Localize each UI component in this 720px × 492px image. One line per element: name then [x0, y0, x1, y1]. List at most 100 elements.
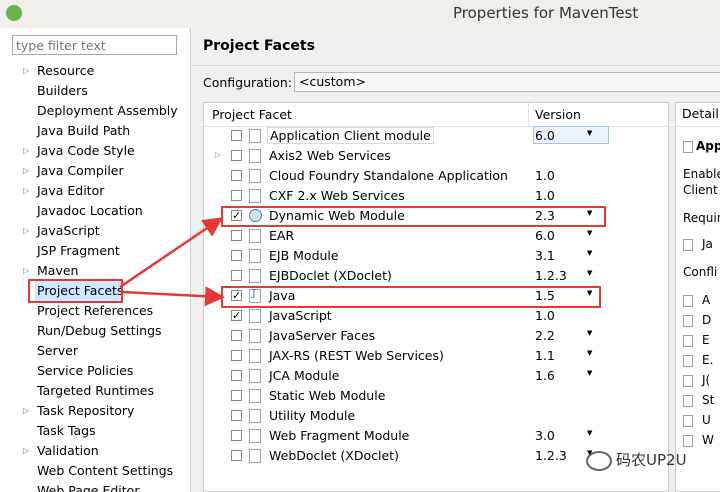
- expand-arrow-icon[interactable]: ▷: [215, 150, 221, 159]
- sidebar-item[interactable]: ▷ Validation: [0, 441, 190, 461]
- conflict-item: St: [702, 393, 715, 407]
- expand-arrow-icon[interactable]: ▷: [23, 61, 29, 81]
- facet-checkbox[interactable]: [231, 150, 242, 161]
- sidebar-item[interactable]: Web Page Editor: [0, 481, 190, 492]
- expand-arrow-icon[interactable]: ▷: [23, 161, 29, 181]
- version-dropdown-icon[interactable]: ▼: [587, 249, 592, 257]
- expand-arrow-icon[interactable]: ▷: [23, 441, 29, 461]
- version-dropdown-icon[interactable]: ▼: [587, 349, 592, 357]
- sidebar-item[interactable]: ▷ Java Editor: [0, 181, 190, 201]
- facet-version[interactable]: 1.1: [535, 348, 555, 363]
- filter-input[interactable]: [16, 37, 174, 53]
- expand-arrow-icon[interactable]: ▷: [23, 141, 29, 161]
- column-header-version[interactable]: Version: [535, 107, 581, 122]
- filter-box[interactable]: [12, 35, 177, 55]
- details-tab[interactable]: Detail: [682, 106, 719, 121]
- sidebar-item[interactable]: Run/Debug Settings: [0, 321, 190, 341]
- sidebar-item[interactable]: ▷ Task Repository: [0, 401, 190, 421]
- sidebar-item[interactable]: Project References: [0, 301, 190, 321]
- wechat-icon: [586, 450, 612, 471]
- facet-row[interactable]: ✓ JavaScript 1.0: [204, 306, 668, 326]
- sidebar-item[interactable]: Server: [0, 341, 190, 361]
- facet-checkbox[interactable]: [231, 250, 242, 261]
- facet-row[interactable]: EJBDoclet (XDoclet) 1.2.3 ▼: [204, 266, 668, 286]
- facet-checkbox[interactable]: [231, 270, 242, 281]
- sidebar-item[interactable]: ▷ Resource: [0, 61, 190, 81]
- expand-arrow-icon[interactable]: ▷: [23, 401, 29, 421]
- sidebar-item[interactable]: Service Policies: [0, 361, 190, 381]
- facet-version[interactable]: 1.6: [535, 368, 555, 383]
- facet-row[interactable]: JavaServer Faces 2.2 ▼: [204, 326, 668, 346]
- facet-checkbox[interactable]: [231, 370, 242, 381]
- facet-checkbox[interactable]: [231, 350, 242, 361]
- version-dropdown-icon[interactable]: ▼: [587, 229, 592, 237]
- expand-arrow-icon[interactable]: ▷: [23, 221, 29, 241]
- facet-row[interactable]: Utility Module: [204, 406, 668, 426]
- details-panel: Detail Applic Enable Client Requir Ja Co…: [675, 102, 720, 492]
- sidebar-item[interactable]: Task Tags: [0, 421, 190, 441]
- expand-arrow-icon[interactable]: ▷: [23, 261, 29, 281]
- sidebar-item-label: Web Content Settings: [37, 463, 174, 478]
- column-divider[interactable]: [528, 103, 529, 126]
- facet-checkbox[interactable]: [231, 410, 242, 421]
- facet-checkbox[interactable]: [231, 170, 242, 181]
- sidebar-item-label: Project References: [37, 303, 154, 318]
- sidebar-item-label: Targeted Runtimes: [37, 383, 154, 398]
- facet-version[interactable]: 1.2.3: [535, 268, 567, 283]
- sidebar-item[interactable]: ▷ Java Code Style: [0, 141, 190, 161]
- sidebar-item[interactable]: ▷ Java Compiler: [0, 161, 190, 181]
- sidebar-item[interactable]: Targeted Runtimes: [0, 381, 190, 401]
- facet-checkbox[interactable]: [231, 450, 242, 461]
- version-dropdown-icon[interactable]: ▼: [587, 429, 592, 437]
- conflict-item: A: [702, 293, 711, 307]
- facet-version[interactable]: 3.0: [535, 428, 555, 443]
- version-dropdown-icon[interactable]: ▼: [587, 369, 592, 377]
- facet-checkbox[interactable]: [231, 190, 242, 201]
- sidebar-item[interactable]: JSP Fragment: [0, 241, 190, 261]
- facet-row[interactable]: EAR 6.0 ▼: [204, 226, 668, 246]
- configuration-combo[interactable]: <custom>: [294, 72, 720, 92]
- expand-arrow-icon[interactable]: ▷: [23, 181, 29, 201]
- facet-row[interactable]: JAX-RS (REST Web Services) 1.1 ▼: [204, 346, 668, 366]
- doc-icon: [249, 149, 261, 163]
- version-dropdown-icon[interactable]: ▼: [587, 129, 592, 137]
- sidebar-item[interactable]: ▷ Maven: [0, 261, 190, 281]
- sidebar-item[interactable]: ▷ JavaScript: [0, 221, 190, 241]
- doc-icon: [683, 315, 693, 327]
- column-header-facet[interactable]: Project Facet: [212, 107, 292, 122]
- conflict-item: D: [702, 313, 712, 327]
- facet-version[interactable]: 6.0: [535, 228, 555, 243]
- facet-version[interactable]: 1.2.3: [535, 448, 567, 463]
- facet-checkbox[interactable]: [231, 330, 242, 341]
- doc-icon: [683, 355, 693, 367]
- sidebar-item[interactable]: Javadoc Location: [0, 201, 190, 221]
- version-dropdown-icon[interactable]: ▼: [587, 329, 592, 337]
- facet-version[interactable]: 3.1: [535, 248, 555, 263]
- doc-icon: [683, 295, 693, 307]
- facet-version[interactable]: 2.2: [535, 328, 555, 343]
- version-dropdown-icon[interactable]: ▼: [587, 269, 592, 277]
- facet-checkbox[interactable]: [231, 390, 242, 401]
- conflict-item: J(: [702, 373, 711, 387]
- title-divider: [191, 65, 720, 66]
- facet-checkbox[interactable]: [231, 430, 242, 441]
- facet-row[interactable]: Application Client module 6.0 ▼: [204, 126, 668, 146]
- facet-row[interactable]: EJB Module 3.1 ▼: [204, 246, 668, 266]
- facet-checkbox[interactable]: ✓: [231, 310, 242, 321]
- doc-icon: [249, 189, 261, 203]
- sidebar-item[interactable]: Web Content Settings: [0, 461, 190, 481]
- facet-row[interactable]: Static Web Module: [204, 386, 668, 406]
- facet-row[interactable]: Web Fragment Module 3.0 ▼: [204, 426, 668, 446]
- doc-icon: [249, 169, 261, 183]
- facet-row[interactable]: CXF 2.x Web Services 1.0: [204, 186, 668, 206]
- sidebar-item[interactable]: Builders: [0, 81, 190, 101]
- facet-checkbox[interactable]: [231, 230, 242, 241]
- sidebar-item-label: Web Page Editor: [37, 483, 140, 492]
- sidebar-item[interactable]: Deployment Assembly: [0, 101, 190, 121]
- sidebar-item[interactable]: Java Build Path: [0, 121, 190, 141]
- facet-checkbox[interactable]: [231, 130, 242, 141]
- facet-row[interactable]: ▷ Axis2 Web Services: [204, 146, 668, 166]
- facet-row[interactable]: Cloud Foundry Standalone Application 1.0: [204, 166, 668, 186]
- facet-row[interactable]: JCA Module 1.6 ▼: [204, 366, 668, 386]
- facet-version[interactable]: 6.0: [535, 128, 555, 143]
